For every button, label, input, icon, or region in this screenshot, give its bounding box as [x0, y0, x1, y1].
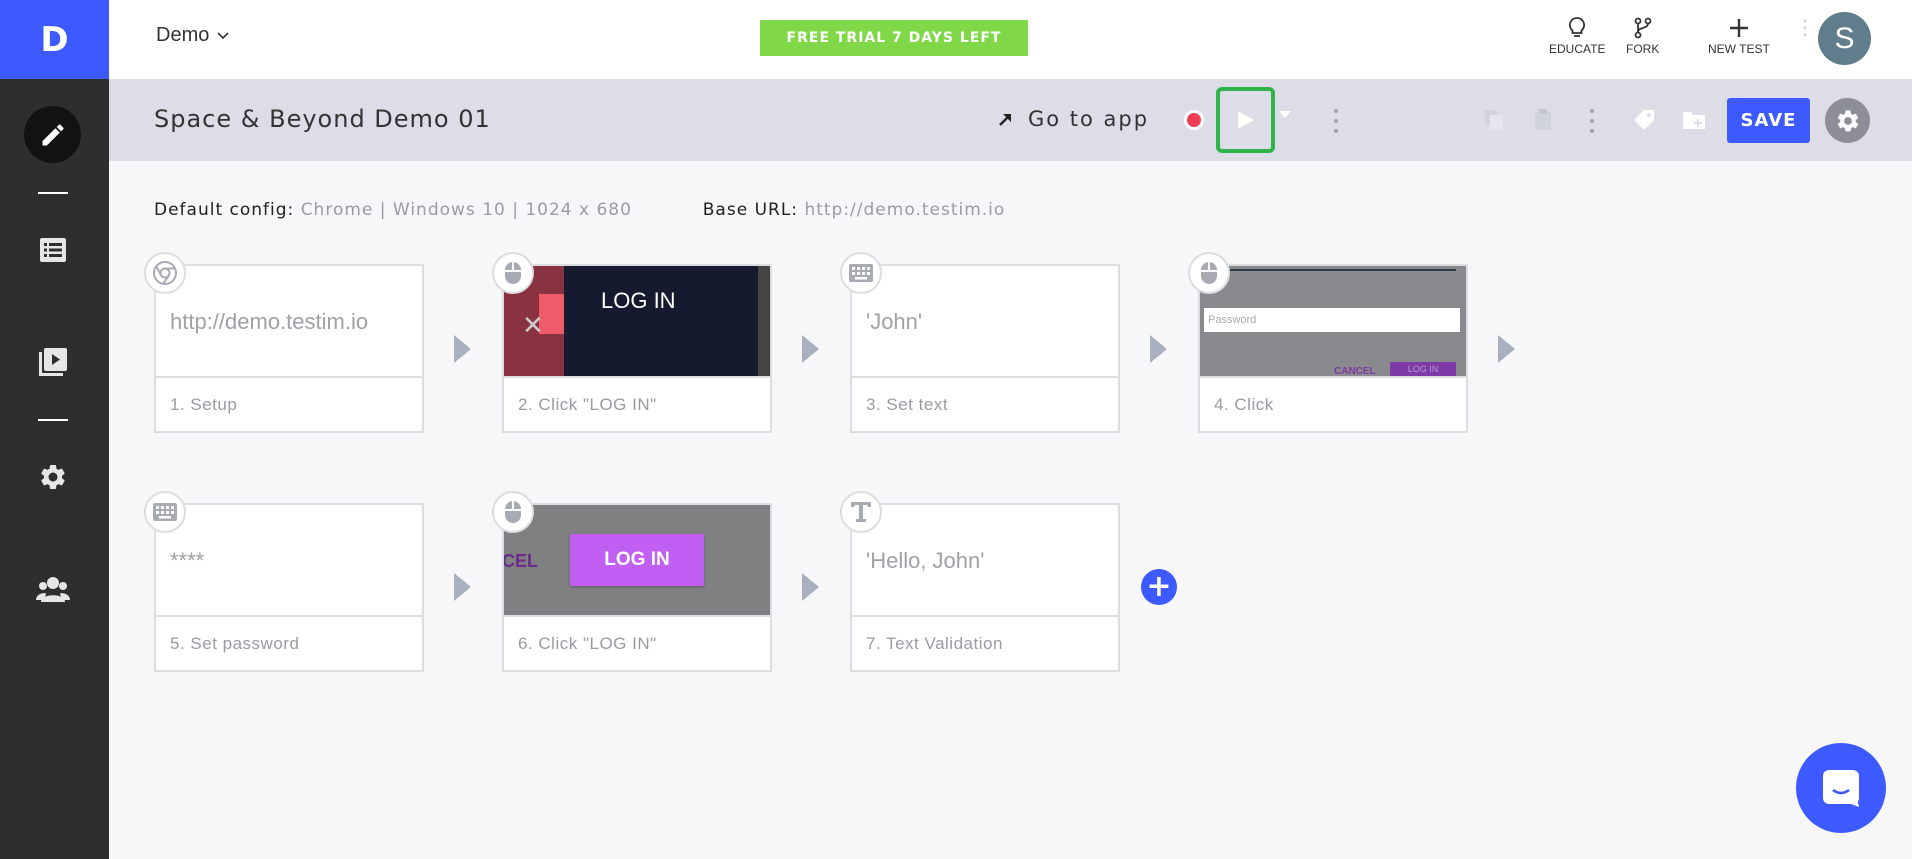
step-preview: 'Hello, John'	[866, 548, 985, 573]
step-label: 3. Set text	[852, 376, 1118, 431]
save-button[interactable]: SAVE	[1727, 98, 1810, 143]
step-card[interactable]: **** 5. Set password	[144, 491, 424, 672]
fork-label: FORK	[1626, 42, 1660, 56]
educate-label: EDUCATE	[1549, 42, 1606, 56]
arrow-up-right-icon	[999, 114, 1011, 126]
educate-button[interactable]: EDUCATE	[1549, 14, 1605, 56]
step-card[interactable]: http://demo.testim.io 1. Setup	[144, 252, 424, 433]
sidebar-divider	[38, 192, 68, 194]
step-arrow-icon	[1150, 335, 1167, 363]
config-line: Default config: Chrome | Windows 10 | 10…	[154, 200, 1005, 220]
go-to-app-button[interactable]: Go to app	[998, 107, 1149, 131]
default-config-value[interactable]: Chrome | Windows 10 | 1024 x 680	[301, 200, 632, 220]
chevron-down-icon	[217, 31, 229, 39]
go-to-app-label: Go to app	[1028, 107, 1150, 131]
mouse-icon	[492, 491, 534, 533]
step-arrow-icon	[802, 573, 819, 601]
more-dots-icon[interactable]: ⋮	[1795, 17, 1815, 37]
chat-icon	[1823, 770, 1859, 807]
step-arrow-icon	[802, 335, 819, 363]
screenshot-login-button: LOG IN	[570, 534, 704, 586]
step-screenshot: Password CANCEL LOG IN	[1200, 266, 1466, 378]
test-title[interactable]: Space & Beyond Demo 01	[154, 105, 491, 133]
step-preview: http://demo.testim.io	[170, 309, 369, 334]
app-logo[interactable]: D	[0, 0, 109, 79]
chrome-icon	[144, 252, 186, 294]
keyboard-icon	[144, 491, 186, 533]
gear-icon	[1837, 110, 1858, 131]
step-screenshot: ✕ LOG IN	[504, 266, 770, 378]
close-icon: ✕	[522, 310, 544, 340]
step-screenshot: CEL LOG IN	[504, 505, 770, 617]
project-name: Demo	[156, 24, 210, 46]
list-icon[interactable]	[36, 233, 70, 267]
edit-icon[interactable]	[24, 106, 81, 163]
play-icon	[1237, 111, 1254, 129]
test-runs-icon[interactable]	[36, 345, 70, 379]
add-folder-icon[interactable]	[1680, 106, 1708, 134]
test-settings-button[interactable]	[1825, 98, 1870, 143]
sidebar-divider	[38, 419, 68, 421]
fork-icon	[1634, 14, 1652, 42]
team-icon[interactable]	[36, 572, 70, 606]
test-toolbar: Space & Beyond Demo 01 Go to app SAVE	[109, 79, 1912, 161]
lightbulb-icon	[1568, 14, 1586, 42]
text-icon	[840, 491, 882, 533]
step-arrow-icon	[454, 573, 471, 601]
base-url-label: Base URL:	[702, 200, 799, 220]
step-preview: ****	[170, 548, 205, 573]
tag-icon[interactable]	[1630, 106, 1658, 134]
step-arrow-icon	[1498, 335, 1515, 363]
new-test-label: NEW TEST	[1708, 42, 1770, 56]
sidebar: D	[0, 0, 109, 859]
step-label: 6. Click "LOG IN"	[504, 615, 770, 670]
paste-icon[interactable]	[1529, 106, 1557, 134]
step-label: 5. Set password	[156, 615, 422, 670]
plus-icon	[1729, 14, 1749, 42]
step-preview: 'John'	[866, 309, 923, 334]
step-card[interactable]: Password CANCEL LOG IN 4. Click	[1188, 252, 1468, 433]
step-label: 1. Setup	[156, 376, 422, 431]
fork-button[interactable]: FORK	[1626, 14, 1659, 56]
more-dots-icon[interactable]	[1333, 109, 1339, 133]
default-config-label: Default config:	[154, 200, 295, 220]
project-selector[interactable]: Demo	[156, 24, 229, 47]
more-dots-icon[interactable]	[1589, 109, 1595, 133]
keyboard-icon	[840, 252, 882, 294]
copy-icon[interactable]	[1480, 106, 1508, 134]
step-card[interactable]: CEL LOG IN 6. Click "LOG IN"	[492, 491, 772, 672]
mouse-icon	[492, 252, 534, 294]
play-options-caret-icon[interactable]	[1279, 111, 1291, 118]
step-card[interactable]: 'John' 3. Set text	[840, 252, 1120, 433]
play-button[interactable]	[1216, 87, 1275, 153]
step-card[interactable]: ✕ LOG IN 2. Click "LOG IN"	[492, 252, 772, 433]
avatar[interactable]: S	[1818, 12, 1871, 65]
base-url-value[interactable]: http://demo.testim.io	[804, 200, 1005, 220]
add-step-button[interactable]: +	[1141, 569, 1177, 605]
record-button[interactable]	[1184, 110, 1204, 130]
step-card[interactable]: 'Hello, John' 7. Text Validation	[840, 491, 1120, 672]
step-label: 4. Click	[1200, 376, 1466, 431]
top-bar: Demo FREE TRIAL 7 DAYS LEFT EDUCATE FORK…	[109, 0, 1912, 79]
mouse-icon	[1188, 252, 1230, 294]
step-label: 7. Text Validation	[852, 615, 1118, 670]
screenshot-text: LOG IN	[601, 288, 676, 313]
new-test-button[interactable]: NEW TEST	[1708, 14, 1770, 56]
screenshot-password-field: Password	[1204, 308, 1460, 332]
step-arrow-icon	[454, 335, 471, 363]
settings-icon[interactable]	[36, 460, 70, 494]
trial-banner[interactable]: FREE TRIAL 7 DAYS LEFT	[760, 20, 1028, 56]
screenshot-partial-text: CEL	[504, 551, 538, 571]
chat-widget-button[interactable]	[1796, 743, 1886, 833]
step-label: 2. Click "LOG IN"	[504, 376, 770, 431]
